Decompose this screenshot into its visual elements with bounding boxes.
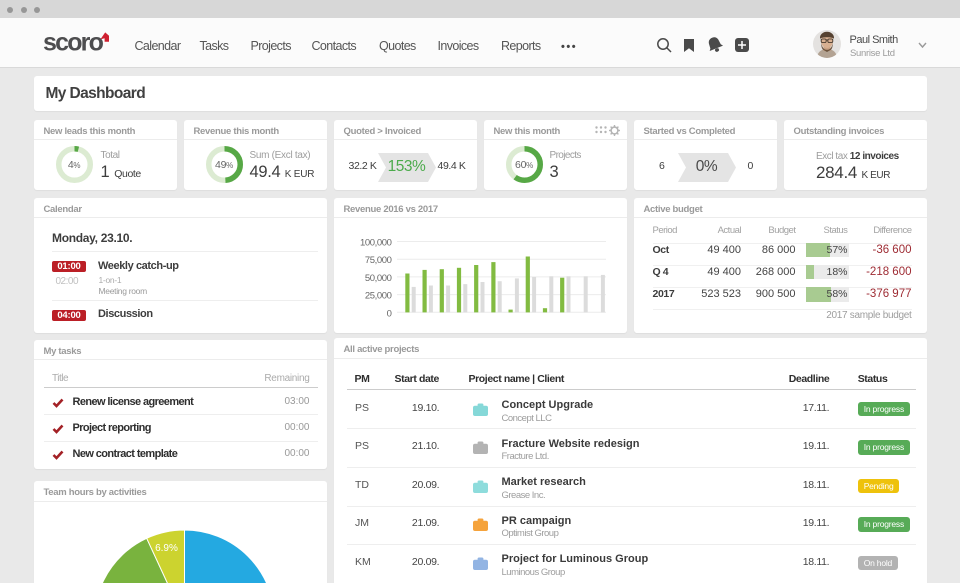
svg-text:100,000: 100,000 <box>359 237 391 248</box>
svg-text:50,000: 50,000 <box>364 272 391 283</box>
svg-text:75,000: 75,000 <box>364 255 391 266</box>
svg-text:6.9%: 6.9% <box>155 543 178 554</box>
svg-text:0: 0 <box>386 308 391 319</box>
svg-text:25,000: 25,000 <box>364 290 391 301</box>
svg-text:scoro: scoro <box>43 30 104 57</box>
